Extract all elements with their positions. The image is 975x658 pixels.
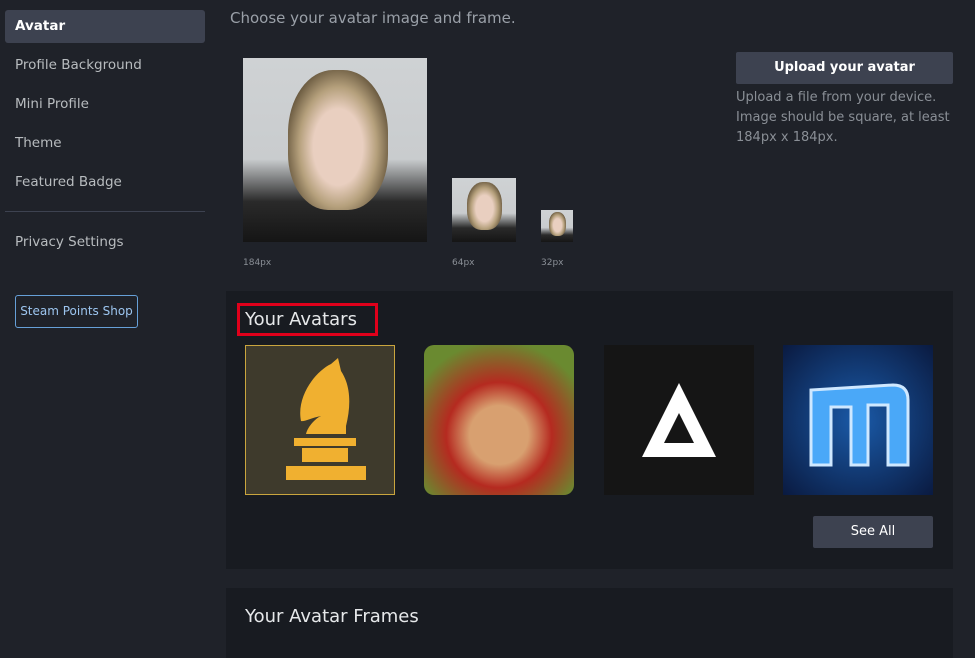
sidebar-item-theme[interactable]: Theme: [5, 127, 205, 160]
triangle-logo-icon: [642, 383, 716, 457]
avatar-option-triangle[interactable]: [604, 345, 754, 495]
section-title: Your Avatar Frames: [245, 606, 419, 627]
chess-knight-icon: [286, 358, 366, 480]
sidebar-item-featured-badge[interactable]: Featured Badge: [5, 166, 205, 199]
avatar-option-blue-m[interactable]: [783, 345, 933, 495]
avatar-preview-184: [243, 58, 427, 242]
sidebar-item-avatar[interactable]: Avatar: [5, 10, 205, 43]
upload-hint: Upload a file from your device. Image sh…: [736, 90, 950, 145]
blue-m-logo-icon: [809, 383, 910, 467]
avatar-option-red-riding-hood[interactable]: [424, 345, 574, 495]
size-label: 32px: [541, 258, 564, 268]
section-title: Your Avatars: [245, 309, 357, 330]
see-all-button[interactable]: See All: [813, 516, 933, 548]
avatar-preview-64: [452, 178, 516, 242]
size-label: 184px: [243, 258, 272, 268]
upload-avatar-button[interactable]: Upload your avatar: [736, 52, 953, 84]
your-avatars-panel: Your Avatars See All: [226, 291, 953, 569]
avatar-frames-panel: Your Avatar Frames: [226, 588, 953, 658]
divider: [5, 211, 205, 212]
sidebar-item-profile-background[interactable]: Profile Background: [5, 49, 205, 82]
sidebar-item-privacy-settings[interactable]: Privacy Settings: [5, 226, 205, 259]
page-intro: Choose your avatar image and frame.: [230, 9, 516, 27]
size-label: 64px: [452, 258, 475, 268]
steam-points-shop-button[interactable]: Steam Points Shop: [15, 295, 138, 328]
sidebar-item-mini-profile[interactable]: Mini Profile: [5, 88, 205, 121]
avatar-option-chess-knight[interactable]: [245, 345, 395, 495]
sidebar: Avatar Profile Background Mini Profile T…: [5, 10, 205, 265]
avatar-preview-32: [541, 210, 573, 242]
